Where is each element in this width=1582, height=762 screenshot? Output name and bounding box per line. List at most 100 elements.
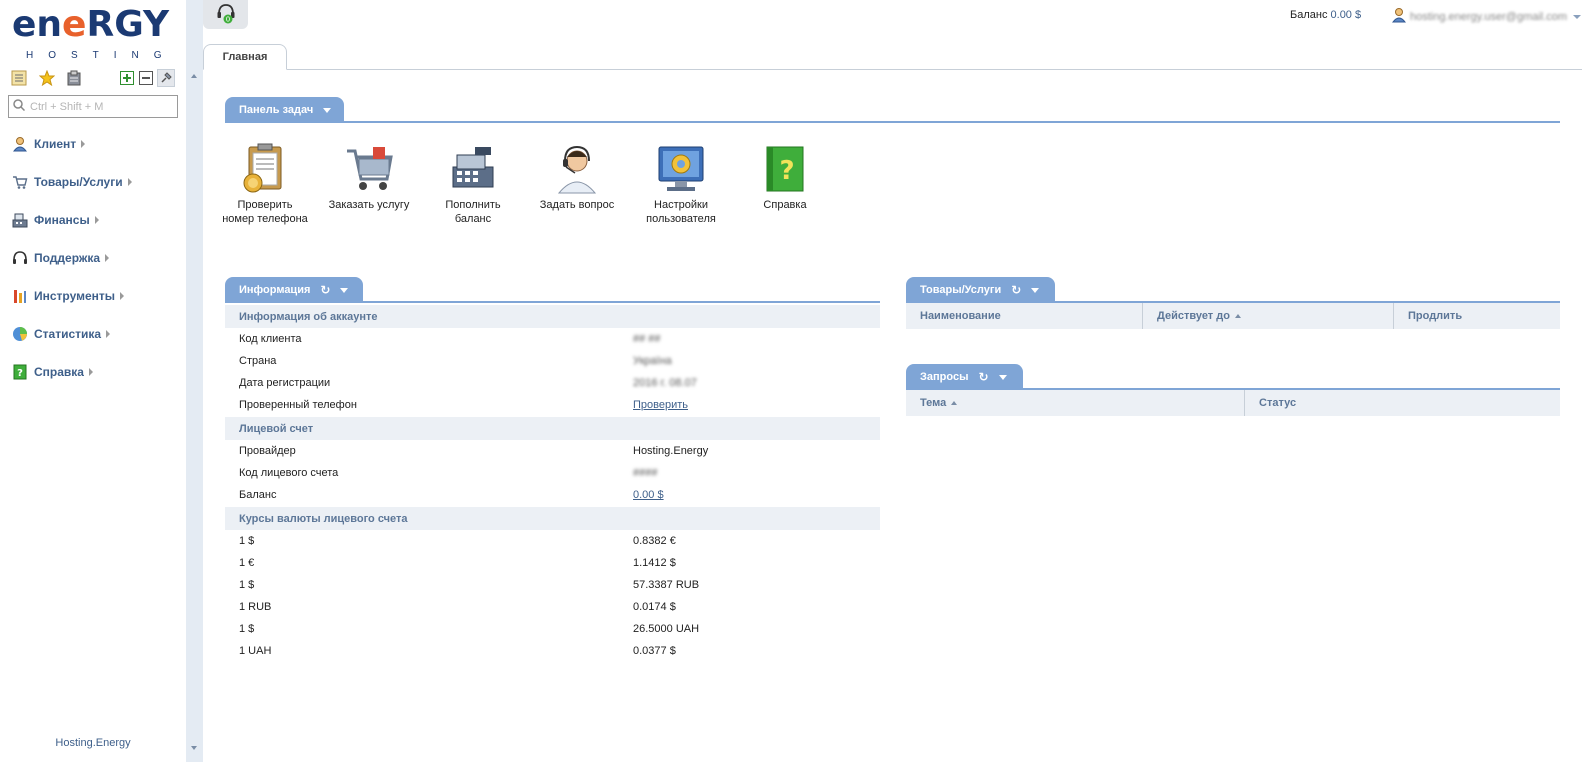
services-panel-tab[interactable]: Товары/Услуги ↻ [906,277,1055,303]
row-label: Баланс [239,489,277,501]
task-help[interactable]: ? Справка [740,143,830,212]
row-value: ## ## [633,333,661,345]
row-label: Проверенный телефон [239,399,357,411]
favorites-star-icon[interactable] [38,69,56,87]
tools-icon [12,288,28,304]
refresh-icon[interactable]: ↻ [320,283,330,297]
balance-link[interactable]: 0.00 $ [633,489,664,501]
section-personal-account: Лицевой счет [225,417,880,440]
sidebar-item-services[interactable]: Товары/Услуги [12,173,132,191]
clipboard-icon[interactable] [65,69,83,87]
services-grid-header: Наименование Действует до Продлить [906,303,1560,329]
search-input[interactable] [28,99,168,114]
settings-monitor-icon [655,143,707,195]
sort-asc-icon [1234,314,1241,318]
requests-panel-tab[interactable]: Запросы ↻ [906,364,1023,390]
rate-row: 1 $ 0.8382 € [239,530,879,552]
task-label: Справка [763,199,807,211]
user-menu[interactable]: hosting.energy.user@gmail.com [1391,7,1582,26]
refresh-icon[interactable]: ↻ [1011,283,1021,297]
cart-icon [12,174,28,190]
sidebar-toolbar [10,69,180,87]
column-header-status[interactable]: Статус [1245,390,1560,416]
taskbar-panel-header: Панель задач [225,97,1560,123]
task-user-settings[interactable]: Настройки пользователя [636,143,726,226]
energy-hosting-logo[interactable]: eneRGY HOSTING [12,4,176,64]
task-label: Пополнить баланс [445,199,501,225]
tree-view-icon[interactable] [10,69,28,87]
svg-text:?: ? [779,156,794,186]
requests-title: Запросы [920,371,969,383]
sidebar-scrollbar[interactable] [186,0,203,762]
dropdown-arrow-icon[interactable] [998,374,1007,380]
chevron-down-icon [1573,14,1582,19]
dropdown-arrow-icon[interactable] [1031,287,1040,293]
finance-icon [12,212,28,228]
taskbar-panel-tab[interactable]: Панель задач [225,97,344,123]
column-header-renew[interactable]: Продлить [1394,303,1560,329]
dropdown-arrow-icon[interactable] [323,107,332,113]
scroll-down-icon[interactable] [191,746,197,750]
rate-row: 1 UAH 0.0377 $ [239,640,879,662]
sidebar-item-label: Инструменты [34,289,116,303]
sidebar-item-help[interactable]: ? Справка [12,363,93,381]
user-email: hosting.energy.user@gmail.com [1410,10,1568,23]
sidebar-item-label: Клиент [34,137,77,151]
column-header-valid-until[interactable]: Действует до [1143,303,1394,329]
task-label: Задать вопрос [539,199,615,211]
row-value: 2016 г. 08.07 [633,377,697,389]
notifications-button[interactable]: 0 [203,0,248,29]
rate-to: 57.3387 RUB [633,579,700,591]
user-icon [1391,7,1407,26]
expand-all-icon[interactable] [118,69,136,87]
sidebar-item-support[interactable]: Поддержка [12,249,110,267]
headset-icon: 0 [216,2,236,27]
row-country: Страна Україна [239,350,879,372]
row-client-code: Код клиента ## ## [239,328,879,350]
section-account-info: Информация об аккаунте [225,305,880,328]
taskbar-title: Панель задач [239,104,314,116]
chevron-right-icon [88,368,93,376]
info-title: Информация [239,284,311,296]
sidebar-search[interactable] [8,95,178,118]
scroll-up-icon[interactable] [191,74,197,78]
task-label: Заказать услугу [328,199,410,211]
row-account-code: Код лицевого счета #### [239,462,879,484]
task-order-service[interactable]: Заказать услугу [324,143,414,212]
svg-text:?: ? [17,368,23,379]
refresh-icon[interactable]: ↻ [978,370,988,384]
sidebar-item-statistics[interactable]: Статистика [12,325,111,343]
dropdown-arrow-icon[interactable] [340,287,349,293]
row-label: Дата регистрации [239,377,331,389]
task-ask-question[interactable]: Задать вопрос [532,143,622,212]
task-topup-balance[interactable]: Пополнить баланс [428,143,518,226]
pin-icon[interactable] [157,69,175,87]
row-balance: Баланс 0.00 $ [239,484,879,506]
column-header-topic[interactable]: Тема [906,390,1245,416]
rate-from: 1 $ [239,535,255,547]
verify-phone-link[interactable]: Проверить [633,399,688,411]
info-panel-tab[interactable]: Информация ↻ [225,277,363,303]
requests-panel-header: Запросы ↻ [906,364,1560,390]
sidebar-item-finance[interactable]: Финансы [12,211,99,229]
sidebar-item-tools[interactable]: Инструменты [12,287,125,305]
search-icon [13,99,26,114]
collapse-all-icon[interactable] [137,69,155,87]
client-icon [12,136,28,152]
sidebar-item-client[interactable]: Клиент [12,135,86,153]
pie-chart-icon [12,326,28,342]
logo-subtitle: HOSTING [26,50,177,61]
requests-grid-header: Тема Статус [906,390,1560,416]
task-verify-phone[interactable]: Проверить номер телефона [220,143,310,226]
services-panel-header: Товары/Услуги ↻ [906,277,1560,303]
sidebar-footer: Hosting.Energy [55,737,131,749]
tab-main[interactable]: Главная [203,44,287,70]
chevron-right-icon [105,254,110,262]
column-header-name[interactable]: Наименование [906,303,1143,329]
chevron-right-icon [94,216,99,224]
rate-from: 1 $ [239,579,255,591]
section-exchange-rates: Курсы валюты лицевого счета [225,507,880,530]
balance-value[interactable]: 0.00 $ [1331,9,1362,21]
support-agent-icon [551,143,603,195]
header-balance: Баланс 0.00 $ [1290,9,1361,21]
